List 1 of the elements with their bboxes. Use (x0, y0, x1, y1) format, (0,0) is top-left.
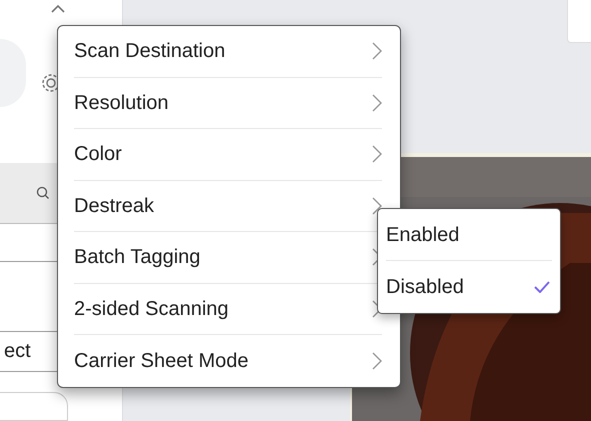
field-text: ect (4, 339, 31, 364)
